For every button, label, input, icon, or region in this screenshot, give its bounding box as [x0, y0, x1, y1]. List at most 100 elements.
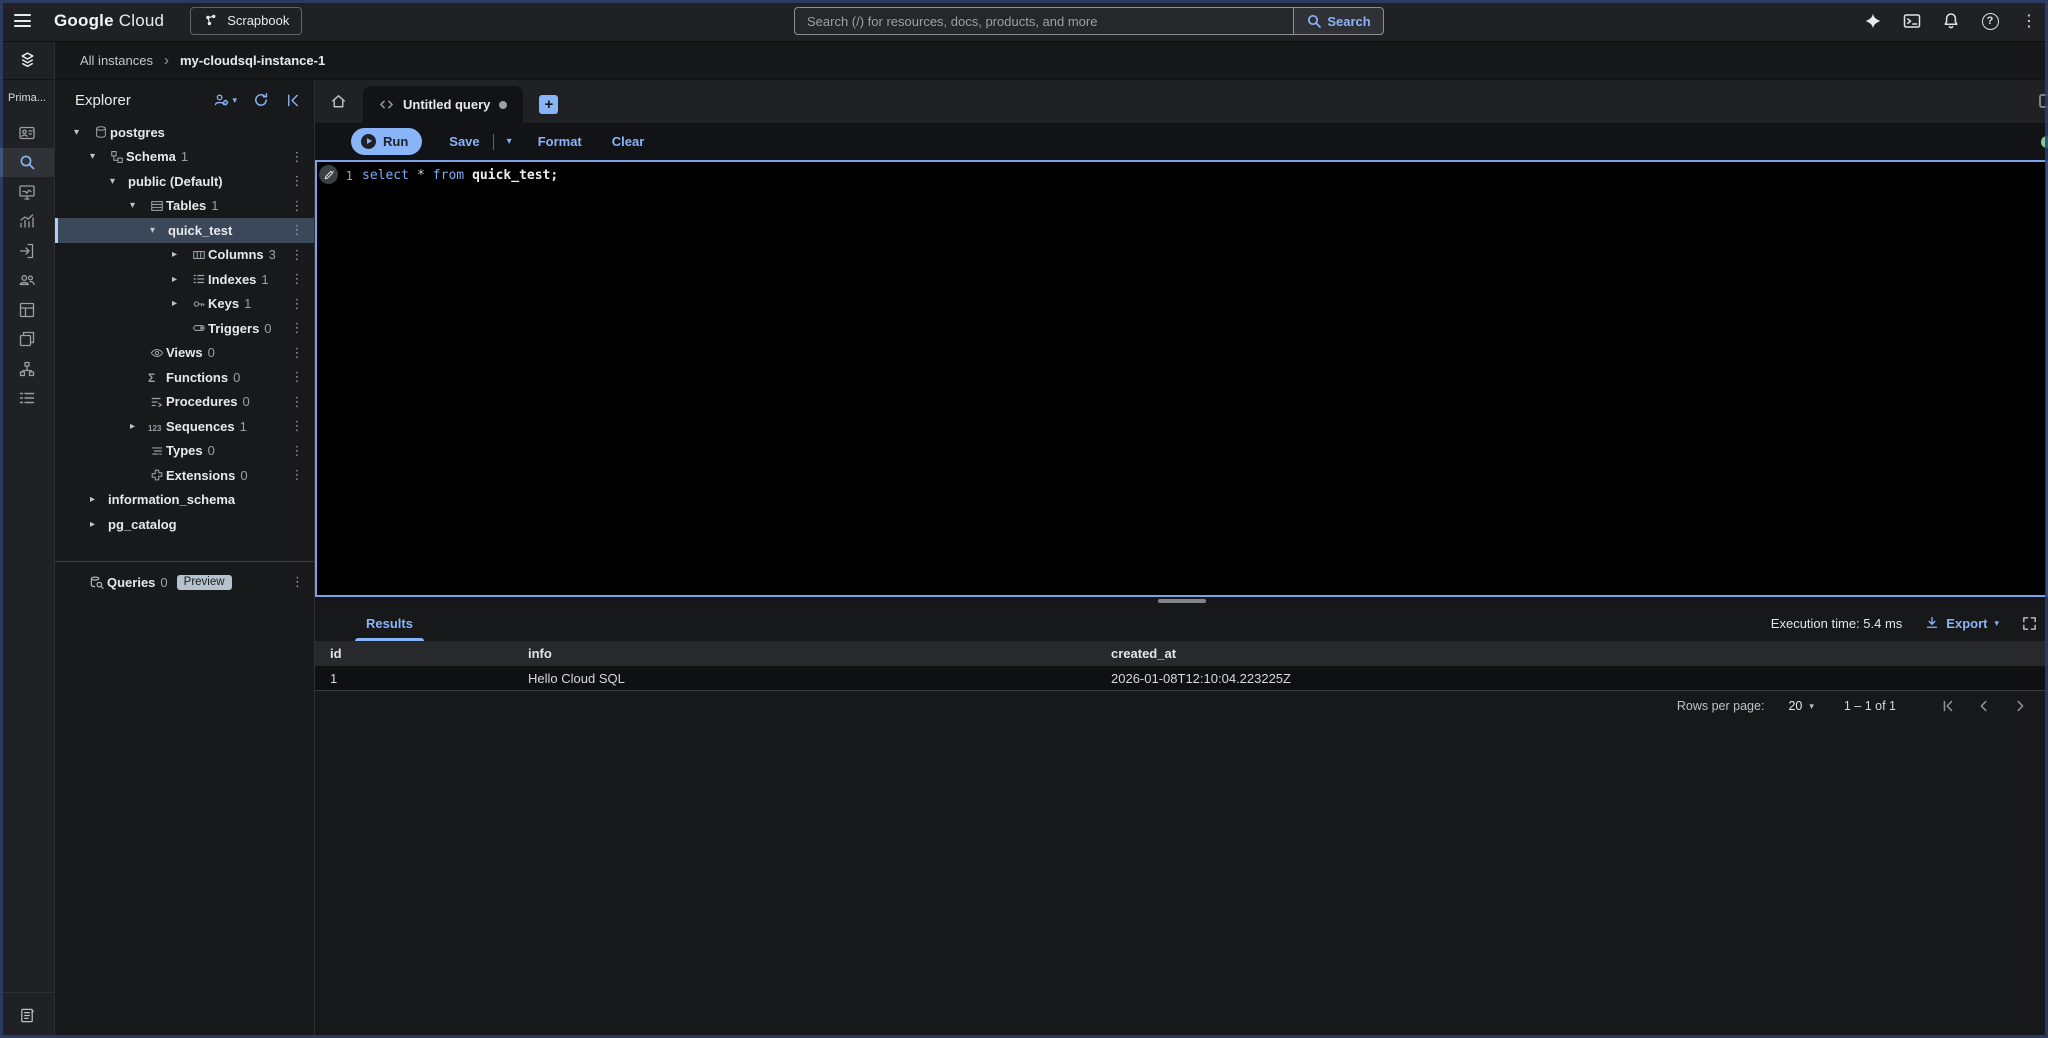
more-options-button[interactable]: ⋮: [2016, 8, 2042, 34]
tree-item-sequences[interactable]: ▸ 123 Sequences 1 ⋮: [55, 414, 314, 439]
nav-system-insights[interactable]: [0, 177, 54, 207]
tree-item-public-schema[interactable]: ▾ public (Default) ⋮: [55, 169, 314, 194]
more-vert-icon[interactable]: ⋮: [290, 320, 304, 336]
run-button[interactable]: Run: [351, 128, 422, 155]
save-button[interactable]: Save: [449, 134, 479, 149]
toolbar-divider: [493, 134, 494, 150]
caret-right-icon[interactable]: ▸: [172, 249, 190, 260]
results-table: id info created_at 1 Hello Cloud SQL 202…: [315, 641, 2048, 691]
more-vert-icon[interactable]: ⋮: [290, 296, 304, 312]
rows-per-page-value: 20: [1788, 699, 1802, 713]
more-vert-icon[interactable]: ⋮: [290, 198, 304, 214]
nav-users[interactable]: [0, 266, 54, 296]
tree-item-functions[interactable]: Σ Functions 0 ⋮: [55, 365, 314, 390]
caret-right-icon[interactable]: ▸: [90, 519, 108, 530]
refresh-button[interactable]: [253, 92, 269, 108]
help-button[interactable]: ?: [1977, 8, 2003, 34]
project-picker-button[interactable]: Scrapbook: [190, 7, 302, 35]
tree-item-keys[interactable]: ▸ Keys 1 ⋮: [55, 292, 314, 317]
fullscreen-button[interactable]: [2021, 615, 2038, 632]
tree-item-views[interactable]: Views 0 ⋮: [55, 341, 314, 366]
nav-backups[interactable]: [0, 325, 54, 355]
nav-overview[interactable]: [0, 118, 54, 148]
switch-user-button[interactable]: ▾: [213, 92, 237, 109]
caret-down-icon[interactable]: ▾: [90, 151, 108, 162]
more-vert-icon[interactable]: ⋮: [290, 418, 304, 434]
nav-cloud-sql-studio[interactable]: [0, 148, 54, 178]
tree-item-procedures[interactable]: Procedures 0 ⋮: [55, 390, 314, 415]
extensions-puzzle-icon: [148, 468, 166, 482]
tree-item-label: information_schema: [108, 492, 235, 507]
breadcrumb-all-instances-link[interactable]: All instances: [80, 53, 153, 68]
tree-item-schema[interactable]: ▾ Schema 1 ⋮: [55, 145, 314, 170]
format-button[interactable]: Format: [538, 134, 582, 149]
query-tab-untitled[interactable]: Untitled query: [363, 86, 523, 123]
more-vert-icon[interactable]: ⋮: [290, 369, 304, 385]
more-vert-icon[interactable]: ⋮: [290, 173, 304, 189]
export-label: Export: [1946, 616, 1987, 631]
menu-button[interactable]: [0, 0, 40, 42]
save-menu-caret[interactable]: ▾: [507, 136, 512, 147]
caret-right-icon[interactable]: ▸: [172, 274, 190, 285]
tree-item-quick-test[interactable]: ▾ quick_test ⋮: [55, 218, 314, 243]
more-vert-icon[interactable]: ⋮: [290, 345, 304, 361]
more-vert-icon[interactable]: ⋮: [290, 271, 304, 287]
caret-down-icon[interactable]: ▾: [74, 127, 92, 138]
gemini-edit-button[interactable]: [319, 165, 338, 184]
home-tab-button[interactable]: [315, 80, 361, 123]
results-tab[interactable]: Results: [355, 605, 424, 641]
sql-code-editor[interactable]: 1 select*fromquick_test;: [315, 160, 2048, 597]
next-page-button[interactable]: [2008, 694, 2032, 718]
more-vert-icon[interactable]: ⋮: [290, 443, 304, 459]
caret-right-icon[interactable]: ▸: [90, 494, 108, 505]
nav-query-insights[interactable]: [0, 207, 54, 237]
more-vert-icon[interactable]: ⋮: [290, 394, 304, 410]
release-notes-button[interactable]: [0, 992, 54, 1038]
tree-item-extensions[interactable]: Extensions 0 ⋮: [55, 463, 314, 488]
google-cloud-logo[interactable]: Google Cloud: [54, 11, 164, 31]
rows-per-page-select[interactable]: 20 ▾: [1788, 699, 1813, 713]
collapse-panel-button[interactable]: [285, 93, 300, 108]
nav-replication[interactable]: [0, 354, 54, 384]
caret-right-icon[interactable]: ▸: [172, 298, 190, 309]
caret-down-icon[interactable]: ▾: [130, 200, 148, 211]
results-toolbar: Results Execution time: 5.4 ms Export ▾: [315, 605, 2048, 641]
tree-item-triggers[interactable]: Triggers 0 ⋮: [55, 316, 314, 341]
nav-connections[interactable]: [0, 236, 54, 266]
tree-item-pg-catalog[interactable]: ▸ pg_catalog: [55, 512, 314, 537]
resize-handle[interactable]: [1158, 599, 1206, 603]
export-button[interactable]: Export ▾: [1924, 615, 1999, 631]
tree-item-indexes[interactable]: ▸ Indexes 1 ⋮: [55, 267, 314, 292]
tree-item-columns[interactable]: ▸ Columns 3 ⋮: [55, 243, 314, 268]
gemini-button[interactable]: [1860, 8, 1886, 34]
chevron-right-icon: ›: [164, 53, 169, 68]
search-input[interactable]: [794, 7, 1293, 35]
more-vert-icon[interactable]: ⋮: [290, 149, 304, 165]
more-vert-icon[interactable]: ⋮: [290, 222, 304, 238]
more-vert-icon[interactable]: ⋮: [291, 574, 304, 590]
table-row[interactable]: 1 Hello Cloud SQL 2026-01-08T12:10:04.22…: [315, 666, 2048, 691]
more-vert-icon[interactable]: ⋮: [290, 247, 304, 263]
tree-item-label: postgres: [110, 125, 165, 140]
saved-queries-item[interactable]: Queries 0 Preview ⋮: [55, 570, 314, 595]
tree-item-information-schema[interactable]: ▸ information_schema: [55, 488, 314, 513]
more-vert-icon[interactable]: ⋮: [290, 467, 304, 483]
tree-item-tables[interactable]: ▾ Tables 1 ⋮: [55, 194, 314, 219]
tree-item-count: 1: [244, 296, 251, 311]
cloud-shell-button[interactable]: [1899, 8, 1925, 34]
notifications-button[interactable]: [1938, 8, 1964, 34]
query-workspace: Untitled query + Run Save: [315, 80, 2048, 1038]
tree-item-types[interactable]: Types 0 ⋮: [55, 439, 314, 464]
caret-down-icon[interactable]: ▾: [110, 176, 128, 187]
clear-button[interactable]: Clear: [612, 134, 645, 149]
tree-item-postgres[interactable]: ▾ postgres: [55, 120, 314, 145]
search-button[interactable]: Search: [1293, 7, 1384, 35]
nav-operations[interactable]: [0, 384, 54, 414]
first-page-button[interactable]: [1936, 694, 1960, 718]
new-query-tab-button[interactable]: +: [539, 95, 558, 114]
previous-page-button[interactable]: [1972, 694, 1996, 718]
nav-databases[interactable]: [0, 295, 54, 325]
tree-item-count: 0: [208, 345, 215, 360]
caret-down-icon[interactable]: ▾: [150, 225, 168, 236]
caret-right-icon[interactable]: ▸: [130, 421, 148, 432]
